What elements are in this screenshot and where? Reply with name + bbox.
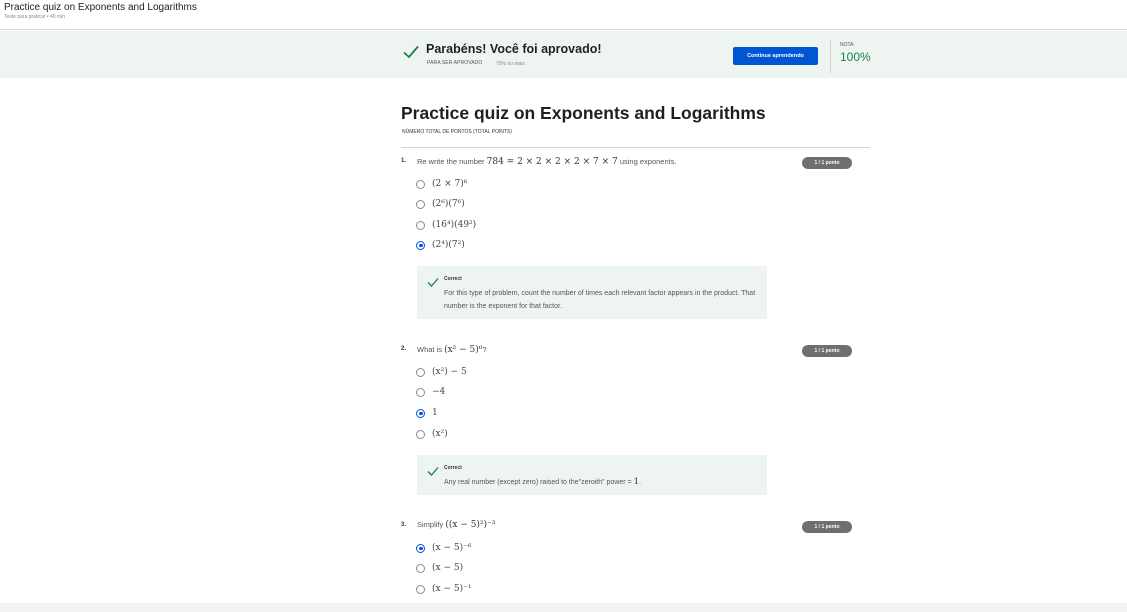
top-bar: Practice quiz on Exponents and Logarithm… (0, 0, 1127, 30)
feedback-text: For this type of problem, count the numb… (444, 290, 756, 310)
question-number: 1. (401, 158, 407, 164)
bottom-bar (0, 603, 1127, 612)
feedback-text: Any real number (except zero) raised to … (444, 477, 641, 487)
question-prompt: What is (x² − 5)⁰? (417, 345, 487, 355)
radio-button[interactable] (416, 584, 425, 594)
page-title: Practice quiz on Exponents and Logarithm… (4, 2, 197, 13)
page-subtitle: Teste para praticar • 40 min (4, 14, 65, 20)
radio-button[interactable] (416, 199, 425, 209)
feedback-label: Correct (444, 465, 462, 471)
answer-option[interactable]: (x²) − 5 (416, 365, 467, 379)
question-prompt: Re write the number 784 = 2 × 2 × 2 × 2 … (417, 157, 677, 167)
question-number: 3. (401, 522, 407, 528)
grade-value: 100% (840, 50, 871, 64)
points-badge: 1 / 1 ponto (802, 157, 852, 169)
answer-option[interactable]: (2⁴)(7²) (416, 238, 465, 252)
total-points-label: NÚMERO TOTAL DE PONTOS (TOTAL POINTS) (402, 129, 512, 135)
answer-option[interactable]: (2⁶)(7⁶) (416, 197, 465, 211)
continue-learning-button[interactable]: Continue aprendendo (733, 47, 818, 65)
answer-option[interactable]: (16⁴)(49²) (416, 218, 476, 232)
radio-button[interactable] (416, 367, 425, 377)
radio-button-selected[interactable] (416, 240, 425, 250)
radio-button[interactable] (416, 387, 425, 397)
divider (401, 147, 870, 148)
radio-button[interactable] (416, 220, 425, 230)
feedback-box: Correct For this type of problem, count … (417, 266, 767, 319)
answer-option[interactable]: (x − 5)⁻⁶ (416, 541, 471, 555)
pass-threshold-value: 75% ou mais (496, 61, 525, 67)
check-icon (403, 45, 419, 59)
answer-option[interactable]: (x − 5)⁻¹ (416, 582, 471, 596)
feedback-box: Correct Any real number (except zero) ra… (417, 455, 767, 495)
radio-button-selected[interactable] (416, 543, 425, 553)
answer-option[interactable]: −4 (416, 385, 445, 399)
pass-message: Parabéns! Você foi aprovado! (426, 42, 602, 56)
divider (830, 40, 831, 73)
feedback-label: Correct (444, 276, 462, 282)
result-banner: Parabéns! Você foi aprovado! PARA SER AP… (0, 31, 1127, 78)
answer-option[interactable]: (x − 5) (416, 561, 463, 575)
radio-button[interactable] (416, 563, 425, 573)
check-icon (427, 278, 439, 287)
pass-threshold-label: PARA SER APROVADO (427, 60, 483, 66)
question-prompt: Simplify ((x − 5)²)⁻³ (417, 520, 496, 530)
answer-option[interactable]: 1 (416, 406, 438, 420)
grade-label: NOTA (840, 42, 854, 48)
radio-button-selected[interactable] (416, 408, 425, 418)
points-badge: 1 / 1 ponto (802, 345, 852, 357)
question-number: 2. (401, 346, 407, 352)
quiz-title: Practice quiz on Exponents and Logarithm… (401, 103, 766, 123)
radio-button[interactable] (416, 429, 425, 439)
check-icon (427, 467, 439, 476)
answer-option[interactable]: (2 × 7)⁶ (416, 177, 467, 191)
radio-button[interactable] (416, 179, 425, 189)
points-badge: 1 / 1 ponto (802, 521, 852, 533)
answer-option[interactable]: (x²) (416, 427, 448, 441)
